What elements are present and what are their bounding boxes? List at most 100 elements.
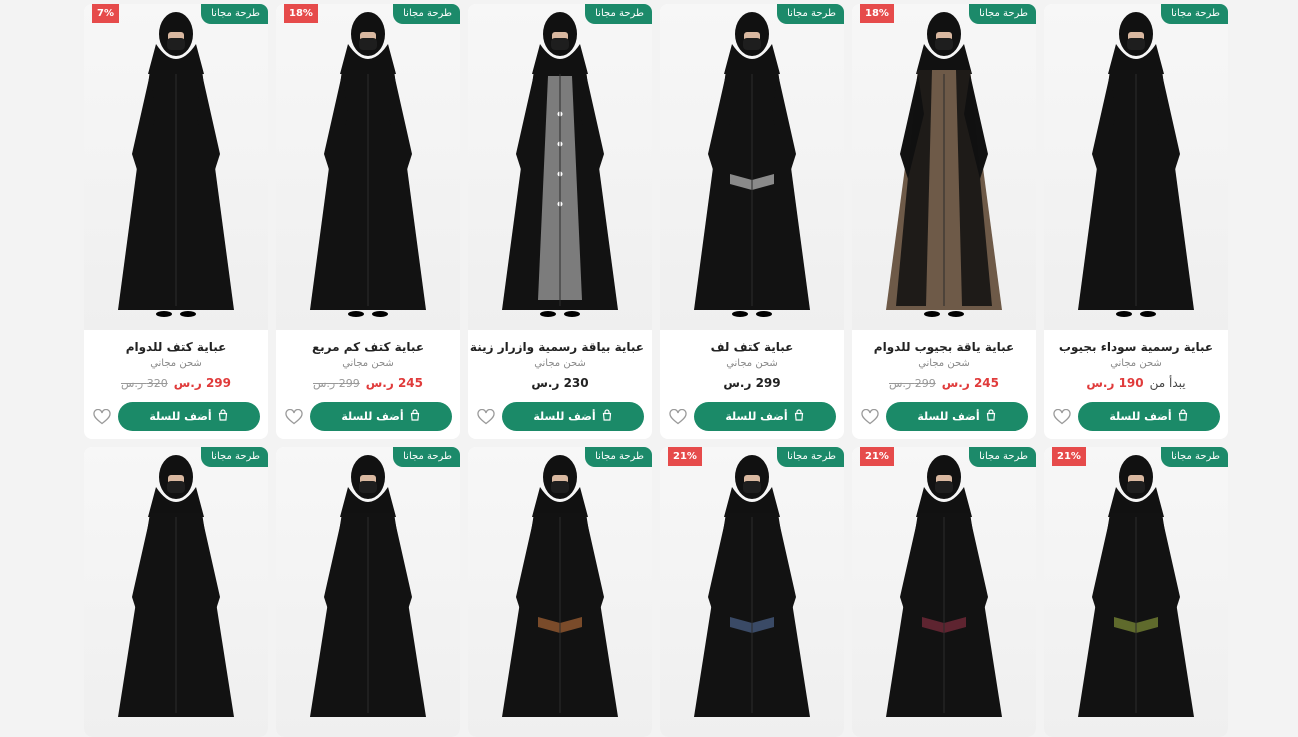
product-image[interactable]: طرحة مجانا	[1044, 4, 1228, 330]
free-scarf-badge: طرحة مجانا	[393, 4, 460, 24]
shipping-label: شحن مجاني	[1110, 358, 1162, 369]
free-scarf-badge: طرحة مجانا	[585, 4, 652, 24]
wishlist-heart-icon[interactable]	[860, 407, 880, 427]
product-card[interactable]: طرحة مجانا	[276, 447, 460, 737]
abaya-photo	[660, 4, 844, 330]
shipping-label: شحن مجاني	[918, 358, 970, 369]
starts-from-label: يبدأ من	[1149, 376, 1186, 390]
price-row: 245 ر.س 299 ر.س	[284, 376, 452, 394]
product-image[interactable]: طرحة مجانا 21%	[852, 447, 1036, 737]
current-price: 230 ر.س	[531, 376, 589, 390]
discount-badge: 21%	[668, 447, 702, 466]
bag-icon	[985, 409, 997, 424]
free-scarf-badge: طرحة مجانا	[393, 447, 460, 467]
discount-badge: 18%	[284, 4, 318, 23]
current-price: 299 ر.س	[723, 376, 781, 390]
add-to-cart-button[interactable]: أضف للسلة	[310, 402, 452, 431]
free-scarf-badge: طرحة مجانا	[777, 4, 844, 24]
product-card[interactable]: طرحة مجانا 21%	[1044, 447, 1228, 737]
old-price: 299 ر.س	[313, 377, 360, 390]
free-scarf-badge: طرحة مجانا	[777, 447, 844, 467]
current-price: 245 ر.س	[941, 376, 999, 390]
add-to-cart-label: أضف للسلة	[533, 410, 596, 423]
product-image[interactable]: طرحة مجانا 18%	[276, 4, 460, 330]
price-row: يبدأ من 190 ر.س	[1052, 376, 1220, 394]
product-card[interactable]: طرحة مجانا 21%	[852, 447, 1036, 737]
wishlist-heart-icon[interactable]	[92, 407, 112, 427]
add-to-cart-label: أضف للسلة	[341, 410, 404, 423]
current-price: 190 ر.س	[1086, 376, 1144, 390]
discount-badge: 21%	[860, 447, 894, 466]
free-scarf-badge: طرحة مجانا	[1161, 447, 1228, 467]
abaya-photo	[276, 4, 460, 330]
product-title[interactable]: عباية ياقة بجيوب للدوام	[860, 338, 1028, 356]
wishlist-heart-icon[interactable]	[668, 407, 688, 427]
shipping-label: شحن مجاني	[726, 358, 778, 369]
free-scarf-badge: طرحة مجانا	[201, 4, 268, 24]
add-to-cart-label: أضف للسلة	[917, 410, 980, 423]
free-scarf-badge: طرحة مجانا	[969, 4, 1036, 24]
price-row: 299 ر.س	[668, 376, 836, 394]
product-card[interactable]: طرحة مجانا عباية رسمية سوداء بجيوب شحن م…	[1044, 4, 1228, 439]
add-to-cart-button[interactable]: أضف للسلة	[886, 402, 1028, 431]
discount-badge: 7%	[92, 4, 119, 23]
free-scarf-badge: طرحة مجانا	[585, 447, 652, 467]
add-to-cart-button[interactable]: أضف للسلة	[1078, 402, 1220, 431]
product-title[interactable]: عباية كتف لف	[668, 338, 836, 356]
product-image[interactable]: طرحة مجانا 7%	[84, 4, 268, 330]
product-image[interactable]: طرحة مجانا	[468, 447, 652, 737]
product-image[interactable]: طرحة مجانا	[84, 447, 268, 737]
product-card[interactable]: طرحة مجانا 18% عباية كتف كم مربع شحن مجا…	[276, 4, 460, 439]
bag-icon	[793, 409, 805, 424]
product-card[interactable]: طرحة مجانا عباية كتف لف شحن مجاني 299 ر.…	[660, 4, 844, 439]
add-to-cart-label: أضف للسلة	[149, 410, 212, 423]
product-title[interactable]: عباية كتف للدوام	[92, 338, 260, 356]
product-card[interactable]: طرحة مجانا 7% عباية كتف للدوام شحن مجاني…	[84, 4, 268, 439]
old-price: 320 ر.س	[121, 377, 168, 390]
abaya-photo	[276, 447, 460, 737]
bag-icon	[217, 409, 229, 424]
price-row: 245 ر.س 299 ر.س	[860, 376, 1028, 394]
abaya-photo	[1044, 447, 1228, 737]
product-card[interactable]: طرحة مجانا 18% عباية ياقة بجيوب للدوام ش…	[852, 4, 1036, 439]
wishlist-heart-icon[interactable]	[284, 407, 304, 427]
add-to-cart-button[interactable]: أضف للسلة	[502, 402, 644, 431]
wishlist-heart-icon[interactable]	[476, 407, 496, 427]
product-card[interactable]: طرحة مجانا	[84, 447, 268, 737]
product-image[interactable]: طرحة مجانا	[468, 4, 652, 330]
product-image[interactable]: طرحة مجانا	[276, 447, 460, 737]
bag-icon	[601, 409, 613, 424]
product-card[interactable]: طرحة مجانا	[468, 447, 652, 737]
abaya-photo	[852, 447, 1036, 737]
free-scarf-badge: طرحة مجانا	[969, 447, 1036, 467]
product-image[interactable]: طرحة مجانا 18%	[852, 4, 1036, 330]
product-grid: طرحة مجانا عباية رسمية سوداء بجيوب شحن م…	[82, 4, 1228, 737]
abaya-photo	[84, 447, 268, 737]
abaya-photo	[84, 4, 268, 330]
current-price: 299 ر.س	[173, 376, 231, 390]
product-title[interactable]: عباية كتف كم مربع	[284, 338, 452, 356]
shipping-label: شحن مجاني	[534, 358, 586, 369]
wishlist-heart-icon[interactable]	[1052, 407, 1072, 427]
product-title[interactable]: عباية رسمية سوداء بجيوب	[1052, 338, 1220, 356]
current-price: 245 ر.س	[365, 376, 423, 390]
discount-badge: 21%	[1052, 447, 1086, 466]
product-image[interactable]: طرحة مجانا 21%	[1044, 447, 1228, 737]
product-image[interactable]: طرحة مجانا 21%	[660, 447, 844, 737]
shipping-label: شحن مجاني	[150, 358, 202, 369]
discount-badge: 18%	[860, 4, 894, 23]
abaya-photo	[852, 4, 1036, 330]
bag-icon	[1177, 409, 1189, 424]
add-to-cart-label: أضف للسلة	[1109, 410, 1172, 423]
product-image[interactable]: طرحة مجانا	[660, 4, 844, 330]
abaya-photo	[468, 447, 652, 737]
abaya-photo	[468, 4, 652, 330]
price-row: 299 ر.س 320 ر.س	[92, 376, 260, 394]
product-title[interactable]: عباية بياقة رسمية وازرار زينة	[470, 338, 644, 356]
old-price: 299 ر.س	[889, 377, 936, 390]
add-to-cart-label: أضف للسلة	[725, 410, 788, 423]
product-card[interactable]: طرحة مجانا عباية بياقة رسمية وازرار زينة…	[468, 4, 652, 439]
add-to-cart-button[interactable]: أضف للسلة	[694, 402, 836, 431]
product-card[interactable]: طرحة مجانا 21%	[660, 447, 844, 737]
add-to-cart-button[interactable]: أضف للسلة	[118, 402, 260, 431]
